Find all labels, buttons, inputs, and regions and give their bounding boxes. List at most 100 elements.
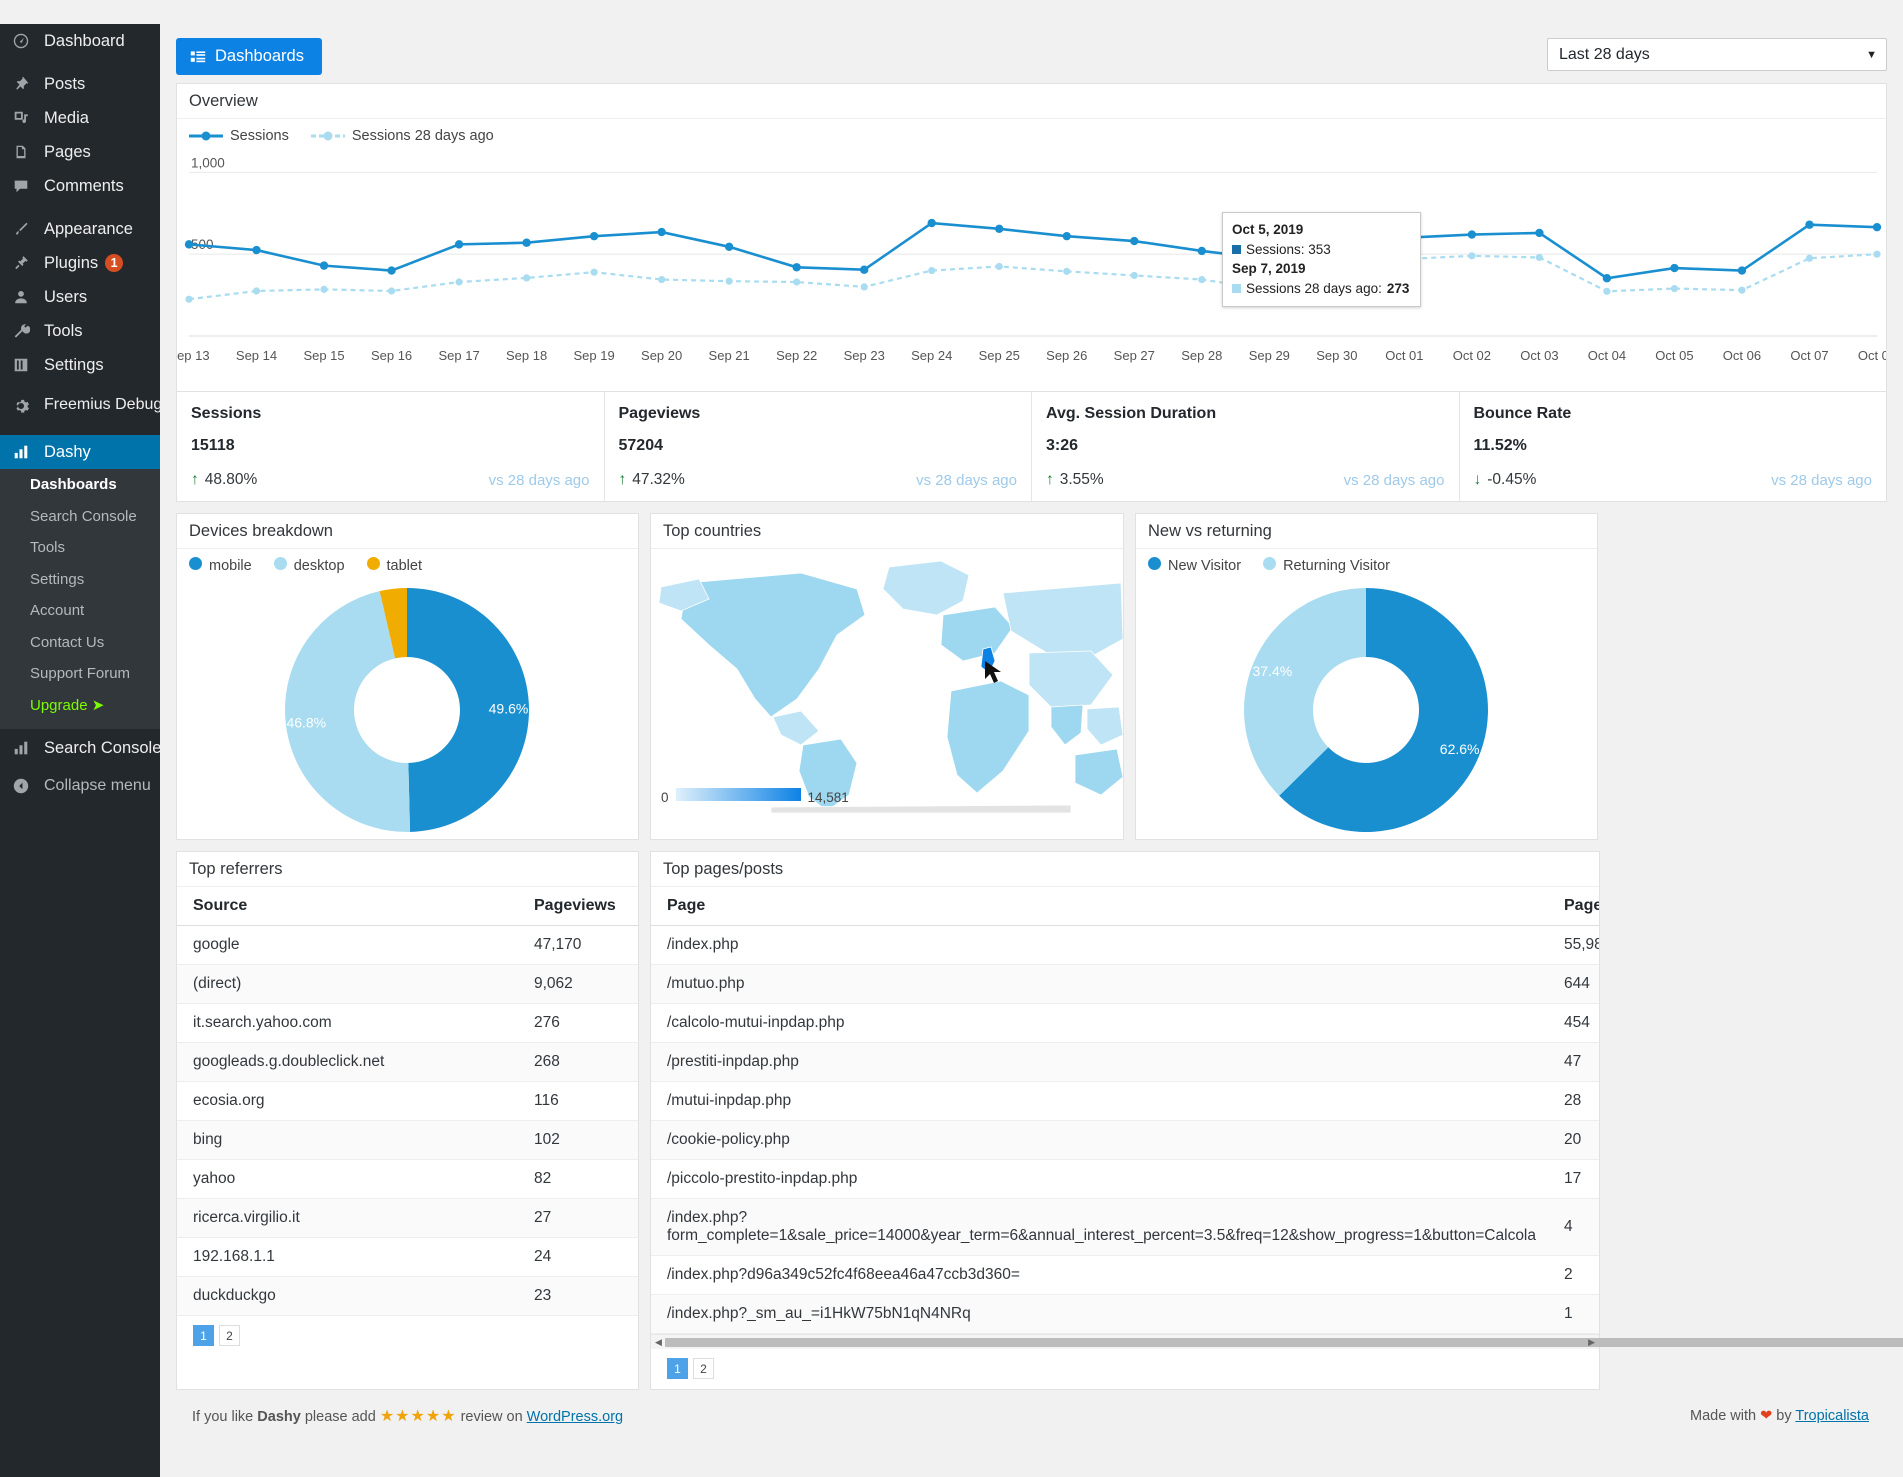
sidebar-item-plugins[interactable]: Plugins 1 bbox=[0, 246, 160, 280]
wrench-icon bbox=[12, 322, 36, 340]
legend-item-tablet[interactable]: tablet bbox=[367, 557, 422, 574]
tooltip-swatch-current bbox=[1232, 245, 1241, 254]
legend-label: mobile bbox=[209, 558, 252, 574]
legend-item-sessions[interactable]: Sessions bbox=[189, 128, 289, 144]
author-link[interactable]: Tropicalista bbox=[1795, 1408, 1869, 1424]
table-row: 192.168.1.124 bbox=[177, 1238, 638, 1277]
sidebar-item-posts[interactable]: Posts bbox=[0, 67, 160, 101]
dashboards-button[interactable]: Dashboards bbox=[176, 38, 322, 75]
kpi-comparison-label: vs 28 days ago bbox=[489, 472, 590, 489]
map-region[interactable] bbox=[1087, 707, 1123, 745]
page-button-1[interactable]: 1 bbox=[193, 1325, 214, 1346]
column-header-page[interactable]: Page bbox=[651, 887, 1548, 926]
map-region[interactable] bbox=[947, 681, 1029, 793]
map-region[interactable] bbox=[681, 573, 865, 717]
arrow-up-icon: ↑ bbox=[619, 471, 627, 489]
sidebar-item-search-console[interactable]: Search Console bbox=[0, 731, 160, 765]
submenu-item-search-console[interactable]: Search Console bbox=[0, 501, 160, 533]
scroll-left-arrow-icon[interactable]: ◀ bbox=[655, 1337, 662, 1348]
column-header-source[interactable]: Source bbox=[177, 887, 518, 926]
tooltip-row-current: Sessions: 353 bbox=[1232, 240, 1409, 260]
column-header-pageviews[interactable]: Pageviews bbox=[518, 887, 638, 926]
gear-icon bbox=[12, 396, 36, 415]
sidebar-item-label: Dashy bbox=[44, 443, 91, 462]
user-icon bbox=[12, 288, 36, 306]
sidebar-item-pages[interactable]: Pages bbox=[0, 135, 160, 169]
top-countries-panel: Top countries 0 14,581 bbox=[650, 513, 1124, 840]
kpi-comparison-label: vs 28 days ago bbox=[916, 472, 1017, 489]
sidebar-item-users[interactable]: Users bbox=[0, 280, 160, 314]
wordpress-org-link[interactable]: WordPress.org bbox=[527, 1409, 623, 1425]
footer-credits: Made with ❤ by Tropicalista bbox=[1690, 1408, 1869, 1424]
newreturning-legend: New Visitor Returning Visitor bbox=[1136, 549, 1597, 574]
cell-value: 47,170 bbox=[518, 926, 638, 965]
page-button-2[interactable]: 2 bbox=[693, 1358, 714, 1379]
column-header-pageviews[interactable]: Pageviews bbox=[1548, 887, 1599, 926]
cell-value: 268 bbox=[518, 1043, 638, 1082]
map-region[interactable] bbox=[771, 805, 1071, 813]
sidebar-item-settings[interactable]: Settings bbox=[0, 348, 160, 382]
legend-item-new-visitor[interactable]: New Visitor bbox=[1148, 557, 1241, 574]
arrow-up-icon: ↑ bbox=[191, 471, 199, 489]
map-region[interactable] bbox=[883, 561, 969, 615]
cell-value: 28 bbox=[1548, 1082, 1599, 1121]
rating-stars-icon[interactable]: ★★★★★ bbox=[380, 1408, 457, 1425]
page-button-1[interactable]: 1 bbox=[667, 1358, 688, 1379]
legend-item-sessions-prev[interactable]: Sessions 28 days ago bbox=[311, 128, 494, 144]
date-range-value: Last 28 days bbox=[1559, 46, 1650, 64]
scrollbar-thumb[interactable] bbox=[665, 1338, 1903, 1347]
sidebar-item-comments[interactable]: Comments bbox=[0, 169, 160, 203]
referrer-source: yahoo bbox=[177, 1160, 518, 1199]
cell-value: 82 bbox=[518, 1160, 638, 1199]
charts-row: Devices breakdown mobile desktop tablet bbox=[176, 513, 1887, 840]
legend-item-mobile[interactable]: mobile bbox=[189, 557, 252, 574]
sidebar-item-appearance[interactable]: Appearance bbox=[0, 212, 160, 246]
submenu-item-contact-us[interactable]: Contact Us bbox=[0, 627, 160, 659]
cell-value: 9,062 bbox=[518, 965, 638, 1004]
sidebar-item-label: Pages bbox=[44, 143, 91, 162]
countries-map[interactable]: 0 14,581 bbox=[651, 549, 1123, 814]
map-region[interactable] bbox=[773, 711, 819, 745]
date-range-select[interactable]: Last 28 days ▼ bbox=[1547, 38, 1887, 71]
sidebar-item-freemius-debug[interactable]: Freemius Debug [v.2.3.0] bbox=[0, 391, 160, 435]
overview-chart[interactable]: 1,000500Sep 13Sep 14Sep 15Sep 16Sep 17Se… bbox=[177, 146, 1886, 391]
collapse-menu-button[interactable]: Collapse menu bbox=[0, 769, 160, 803]
sidebar-item-tools[interactable]: Tools bbox=[0, 314, 160, 348]
page-footer: If you like Dashy please add ★★★★★ revie… bbox=[176, 1390, 1887, 1438]
footer-plugin-name: Dashy bbox=[257, 1409, 301, 1425]
submenu-item-tools[interactable]: Tools bbox=[0, 532, 160, 564]
map-region[interactable] bbox=[1029, 651, 1113, 707]
sidebar-item-label: Search Console bbox=[44, 739, 161, 758]
cell-value: 47 bbox=[1548, 1043, 1599, 1082]
page-button-2[interactable]: 2 bbox=[219, 1325, 240, 1346]
referrer-source: google bbox=[177, 926, 518, 965]
legend-item-desktop[interactable]: desktop bbox=[274, 557, 345, 574]
page-path: /piccolo-prestito-inpdap.php bbox=[651, 1160, 1548, 1199]
submenu-item-upgrade[interactable]: Upgrade ➤ bbox=[0, 690, 160, 722]
kpi-label: Avg. Session Duration bbox=[1046, 405, 1445, 423]
map-region[interactable] bbox=[1051, 705, 1083, 745]
sidebar-item-media[interactable]: Media bbox=[0, 101, 160, 135]
page-path: /index.php?d96a349c52fc4f68eea46a47ccb3d… bbox=[651, 1256, 1548, 1295]
submenu-item-support-forum[interactable]: Support Forum bbox=[0, 658, 160, 690]
chart-tooltip: Oct 5, 2019 Sessions: 353 Sep 7, 2019 Se… bbox=[1222, 212, 1421, 307]
legend-item-returning-visitor[interactable]: Returning Visitor bbox=[1263, 557, 1390, 574]
map-region[interactable] bbox=[1075, 749, 1123, 795]
submenu-item-dashboards[interactable]: Dashboards bbox=[0, 469, 160, 501]
legend-label: Sessions 28 days ago bbox=[352, 128, 494, 144]
submenu-item-account[interactable]: Account bbox=[0, 595, 160, 627]
table-header-row: Source Pageviews bbox=[177, 887, 638, 926]
submenu-item-settings[interactable]: Settings bbox=[0, 564, 160, 596]
pages-horizontal-scrollbar[interactable]: ◀ ▶ bbox=[651, 1334, 1599, 1349]
legend-dot-icon bbox=[1148, 557, 1161, 574]
sidebar-item-dashboard[interactable]: Dashboard bbox=[0, 24, 160, 58]
cell-value: 1 bbox=[1548, 1295, 1599, 1334]
sidebar-item-dashy[interactable]: Dashy bbox=[0, 435, 160, 469]
page-path: /prestiti-inpdap.php bbox=[651, 1043, 1548, 1082]
scroll-right-arrow-icon[interactable]: ▶ bbox=[1588, 1337, 1595, 1348]
kpi-footer: ↑ 3.55% vs 28 days ago bbox=[1046, 471, 1445, 489]
devices-donut[interactable]: 49.6%46.8% bbox=[177, 574, 638, 839]
map-region[interactable] bbox=[941, 607, 1013, 661]
map-region[interactable] bbox=[1003, 583, 1123, 659]
newreturning-donut[interactable]: 62.6%37.4% bbox=[1136, 574, 1597, 839]
